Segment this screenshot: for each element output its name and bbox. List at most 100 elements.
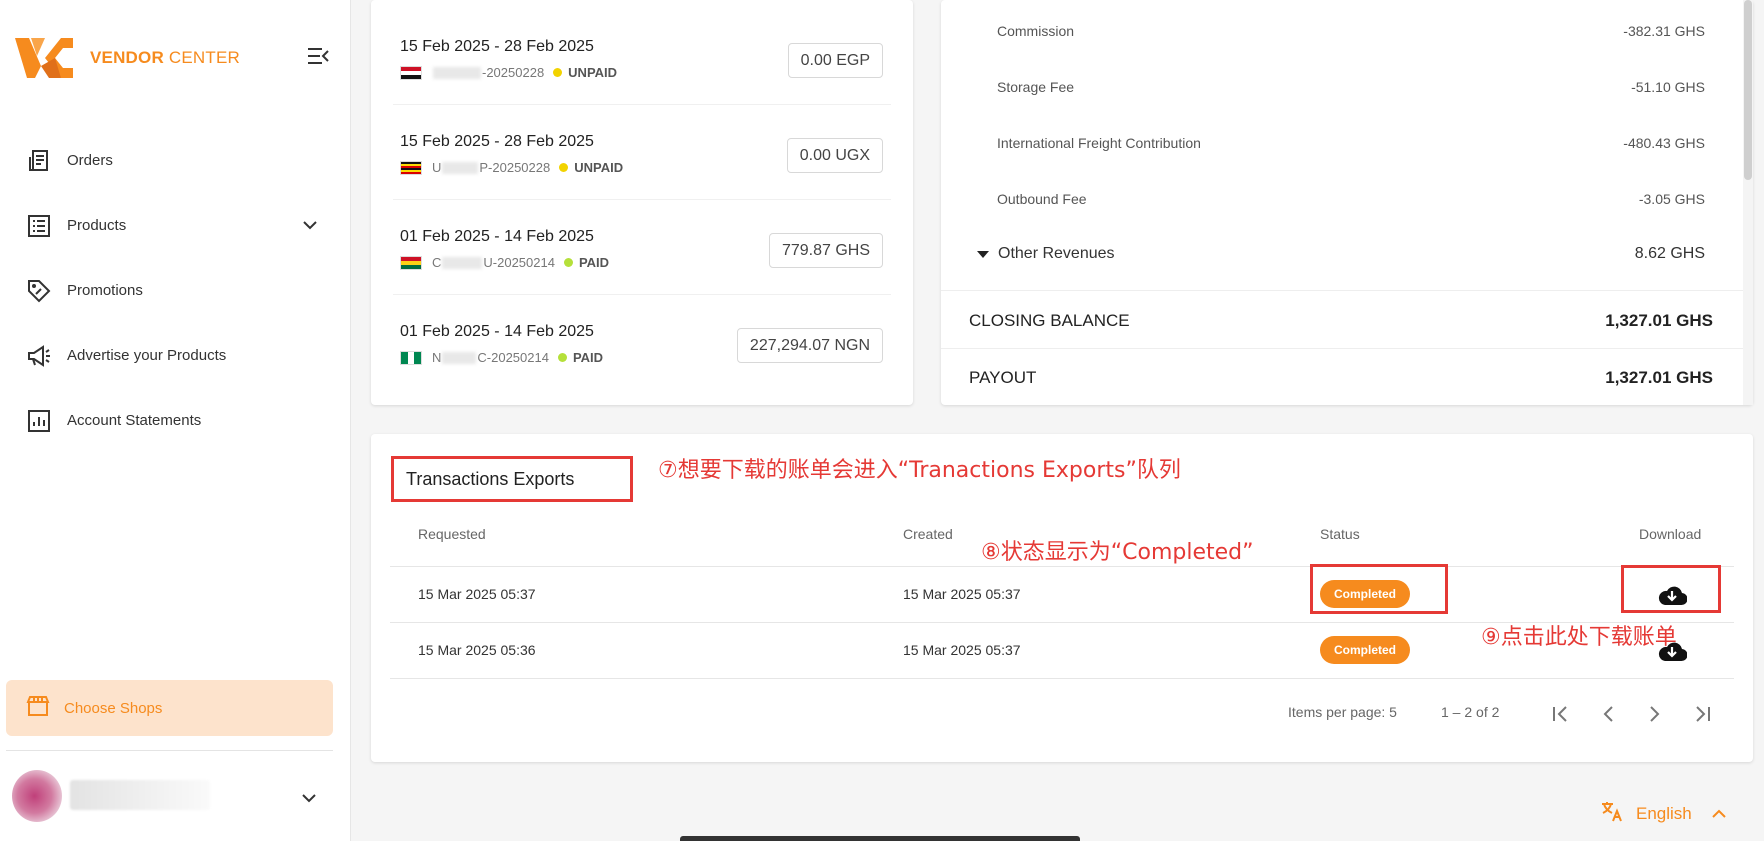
last-page-icon[interactable] xyxy=(1687,700,1717,728)
caret-down-icon xyxy=(977,250,989,258)
highlight-box-status xyxy=(1310,564,1448,614)
statement-meta: C U-20250214 PAID xyxy=(400,255,609,270)
annotation-step-8: ⑧状态显示为“Completed” xyxy=(981,540,1254,565)
sidebar-item-products[interactable]: Products xyxy=(0,193,351,258)
statement-amount: 0.00 EGP xyxy=(787,43,883,78)
highlight-box-download xyxy=(1621,565,1721,613)
statement-dates: 01 Feb 2025 - 14 Feb 2025 xyxy=(400,323,594,340)
list-item[interactable]: 15 Feb 2025 - 28 Feb 2025 -20250228 UNPA… xyxy=(393,10,891,105)
divider xyxy=(6,750,333,751)
statement-amount: 227,294.07 NGN xyxy=(736,328,883,363)
user-menu[interactable] xyxy=(10,768,340,828)
scrollbar[interactable] xyxy=(1743,0,1753,405)
divider xyxy=(390,566,1734,567)
chart-icon xyxy=(26,408,52,434)
statements-list: 15 Feb 2025 - 28 Feb 2025 -20250228 UNPA… xyxy=(371,0,913,405)
redacted-text xyxy=(442,161,479,174)
statement-meta: -20250228 UNPAID xyxy=(400,65,617,80)
statement-balance: Commission -382.31 GHS Storage Fee -51.10 … xyxy=(941,0,1753,405)
status-badge: UNPAID xyxy=(574,160,624,175)
sidebar-item-promotions[interactable]: Promotions xyxy=(0,258,351,323)
megaphone-icon xyxy=(26,343,52,369)
ghana-flag-icon xyxy=(400,255,422,270)
sidebar-item-orders[interactable]: Orders xyxy=(0,128,351,193)
redacted-text xyxy=(442,256,483,269)
exports-title: Transactions Exports xyxy=(391,456,633,502)
status-dot xyxy=(563,258,573,267)
uganda-flag-icon xyxy=(400,160,422,175)
sidebar-item-label: Advertise your Products xyxy=(67,347,227,364)
cell-requested: 15 Mar 2025 05:36 xyxy=(418,642,536,658)
first-page-icon[interactable] xyxy=(1546,700,1576,728)
sidebar-item-label: Promotions xyxy=(67,282,143,299)
next-page-icon[interactable] xyxy=(1640,700,1670,728)
status-badge: UNPAID xyxy=(568,65,618,80)
egypt-flag-icon xyxy=(400,65,422,80)
annotation-step-7: ⑦想要下载的账单会进入“Tranactions Exports”队列 xyxy=(658,458,1181,483)
status-badge: Completed xyxy=(1320,636,1411,664)
vc-logo-icon xyxy=(15,38,73,78)
user-name-redacted xyxy=(70,780,210,810)
balance-line-commission: Commission -382.31 GHS xyxy=(997,23,1705,39)
status-dot xyxy=(559,163,569,172)
column-header-status: Status xyxy=(1320,526,1360,542)
divider xyxy=(941,290,1753,291)
scrollbar-thumb[interactable] xyxy=(1744,0,1752,180)
list-item[interactable]: 15 Feb 2025 - 28 Feb 2025 U P-20250228 UN… xyxy=(393,105,891,200)
choose-shops-label: Choose Shops xyxy=(64,699,163,717)
language-selector[interactable]: English xyxy=(1600,800,1726,827)
divider xyxy=(941,348,1753,349)
sidebar-item-label: Orders xyxy=(67,152,113,169)
sidebar-item-advertise[interactable]: Advertise your Products xyxy=(0,323,351,388)
transactions-exports-card: Transactions Exports ⑦想要下载的账单会进入“Tranact… xyxy=(371,434,1753,762)
nigeria-flag-icon xyxy=(400,350,422,365)
status-badge: PAID xyxy=(572,350,604,365)
column-header-requested: Requested xyxy=(418,526,486,542)
page-range: 1 – 2 of 2 xyxy=(1441,704,1500,720)
payout: PAYOUT 1,327.01 GHS xyxy=(969,368,1713,387)
avatar xyxy=(12,770,62,822)
chevron-down-icon[interactable] xyxy=(302,790,316,808)
balance-line-freight: International Freight Contribution -480.4… xyxy=(997,135,1705,151)
store-icon xyxy=(26,695,50,722)
status-badge: PAID xyxy=(578,255,610,270)
list-item[interactable]: 01 Feb 2025 - 14 Feb 2025 N C-20250214 PA… xyxy=(393,295,891,390)
chevron-up-icon xyxy=(1712,805,1726,823)
bottom-scroll-bar xyxy=(680,836,1080,841)
tag-icon xyxy=(26,278,52,304)
chevron-down-icon[interactable] xyxy=(303,217,317,235)
brand-name: VENDOR CENTER xyxy=(90,48,240,67)
statement-dates: 15 Feb 2025 - 28 Feb 2025 xyxy=(400,133,594,150)
collapse-menu-icon[interactable] xyxy=(306,46,330,66)
choose-shops-button[interactable]: Choose Shops xyxy=(6,680,333,736)
annotation-step-9: ⑨点击此处下载账单 xyxy=(1481,625,1677,650)
previous-page-icon[interactable] xyxy=(1593,700,1623,728)
sidebar-item-account-statements[interactable]: Account Statements xyxy=(0,388,351,453)
sidebar-nav: Orders Products Promotions Advertise you… xyxy=(0,128,351,453)
language-label: English xyxy=(1636,803,1692,823)
redacted-text xyxy=(442,351,477,364)
cell-requested: 15 Mar 2025 05:37 xyxy=(418,586,536,602)
statement-meta: U P-20250228 UNPAID xyxy=(400,160,623,175)
cell-created: 15 Mar 2025 05:37 xyxy=(903,642,1021,658)
closing-balance: CLOSING BALANCE 1,327.01 GHS xyxy=(969,311,1713,330)
other-revenues-toggle[interactable]: Other Revenues 8.62 GHS xyxy=(977,245,1705,263)
column-header-download: Download xyxy=(1639,526,1702,542)
divider xyxy=(390,678,1734,679)
statement-amount: 779.87 GHS xyxy=(768,233,883,268)
status-dot xyxy=(553,68,563,77)
column-header-created: Created xyxy=(903,526,953,542)
sidebar: VENDOR CENTER Orders Products Promotions xyxy=(0,0,351,841)
list-item[interactable]: 01 Feb 2025 - 14 Feb 2025 C U-20250214 PA… xyxy=(393,200,891,295)
receipt-icon xyxy=(26,148,52,174)
balance-line-storage-fee: Storage Fee -51.10 GHS xyxy=(997,79,1705,95)
status-dot xyxy=(557,353,567,362)
statement-dates: 01 Feb 2025 - 14 Feb 2025 xyxy=(400,228,594,245)
statement-meta: N C-20250214 PAID xyxy=(400,350,603,365)
items-per-page[interactable]: Items per page: 5 xyxy=(1288,704,1397,720)
balance-line-outbound-fee: Outbound Fee -3.05 GHS xyxy=(997,191,1705,207)
translate-icon xyxy=(1600,800,1624,827)
sidebar-item-label: Account Statements xyxy=(67,412,202,429)
list-icon xyxy=(26,213,52,239)
vendor-center-logo[interactable]: VENDOR CENTER xyxy=(15,36,240,80)
